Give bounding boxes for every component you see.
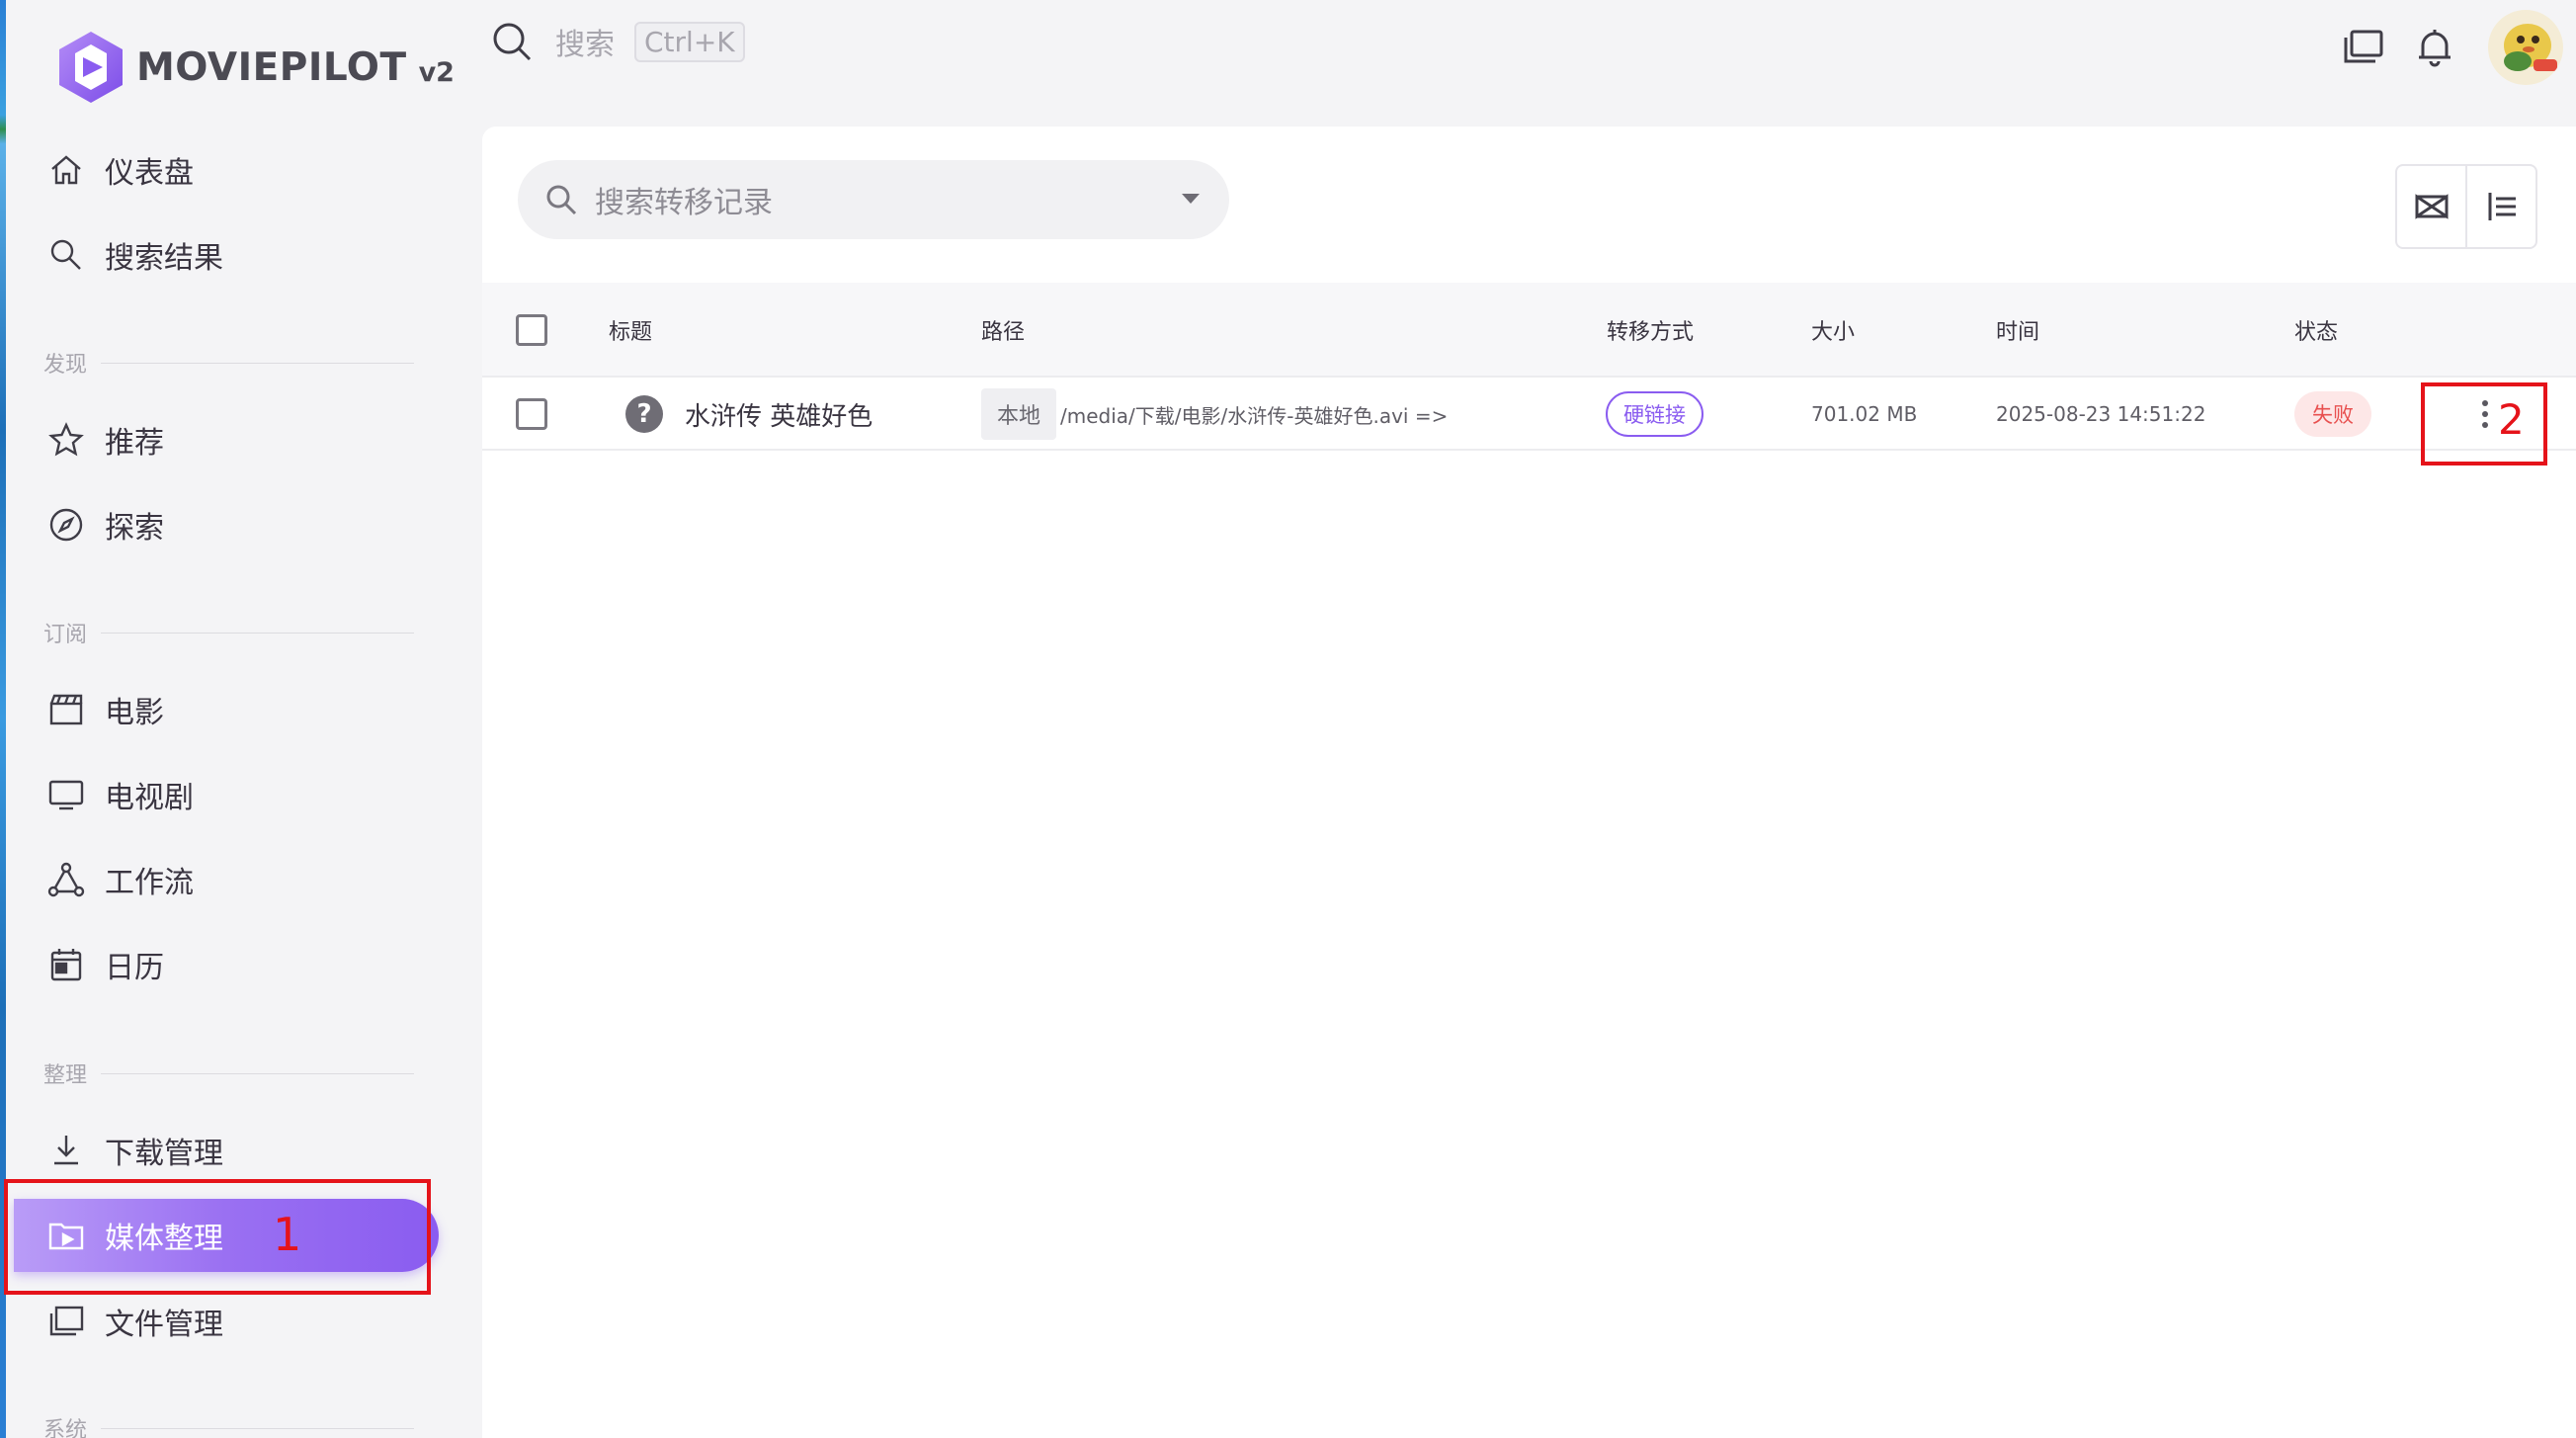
row-size: 701.02 MB — [1811, 402, 1918, 426]
unknown-media-icon: ? — [625, 395, 663, 433]
search-shortcut-badge: Ctrl+K — [634, 21, 745, 62]
global-search-trigger[interactable]: 搜索 Ctrl+K — [490, 20, 745, 63]
sidebar-item-label: 下载管理 — [105, 1137, 223, 1171]
tv-icon — [45, 774, 87, 815]
avatar-image-icon — [2488, 10, 2563, 85]
row-title: 水浒传 英雄好色 — [685, 401, 873, 432]
sidebar-section-discover: 发现 — [43, 348, 414, 378]
sidebar-item-label: 文件管理 — [105, 1308, 223, 1342]
moviepilot-logo-icon — [59, 32, 123, 103]
sidebar-item-movies[interactable]: 电影 — [45, 678, 441, 741]
star-icon — [45, 419, 87, 461]
window-switcher-button[interactable] — [2340, 24, 2387, 71]
sidebar-item-label: 仪表盘 — [105, 156, 194, 191]
sidebar-item-recommend[interactable]: 推荐 — [45, 408, 441, 471]
app-logo[interactable]: MOVIEPILOT v2 — [55, 28, 455, 107]
storage-tag: 本地 — [981, 388, 1057, 440]
transfer-search-placeholder: 搜索转移记录 — [595, 186, 773, 220]
row-time: 2025-08-23 14:51:22 — [1996, 402, 2206, 426]
transfer-mode-chip: 硬链接 — [1606, 391, 1703, 437]
table-row[interactable]: ? 水浒传 英雄好色 本地 /media/下载/电影/水浒传-英雄好色.avi … — [482, 378, 2576, 451]
column-header-mode[interactable]: 转移方式 — [1607, 283, 1694, 378]
annotation-number-2: 2 — [2498, 395, 2525, 444]
row-mode-cell: 硬链接 — [1606, 378, 1703, 451]
sidebar-item-calendar[interactable]: 日历 — [45, 933, 441, 996]
sidebar-item-label: 电视剧 — [105, 781, 194, 815]
table-header: 标题 路径 转移方式 大小 时间 状态 — [482, 283, 2576, 378]
annotation-box-1 — [4, 1179, 431, 1295]
row-status-cell: 失败 — [2294, 378, 2371, 451]
sidebar-item-dashboard[interactable]: 仪表盘 — [45, 138, 441, 202]
compass-icon — [45, 504, 87, 546]
row-path-cell: 本地 /media/下载/电影/水浒传-英雄好色.avi => — [981, 378, 1448, 451]
sidebar-item-label: 推荐 — [105, 426, 164, 461]
column-header-status[interactable]: 状态 — [2294, 283, 2338, 378]
bowtie-icon — [2415, 194, 2448, 219]
column-header-path[interactable]: 路径 — [981, 283, 1025, 378]
home-icon — [45, 149, 87, 191]
search-icon — [546, 185, 577, 215]
sidebar-section-system: 系统 — [43, 1413, 414, 1438]
column-header-time[interactable]: 时间 — [1996, 283, 2039, 378]
view-toggle-group — [2395, 164, 2537, 249]
movie-clapper-icon — [45, 689, 87, 730]
windows-icon — [2344, 30, 2383, 63]
sidebar-item-downloads[interactable]: 下载管理 — [45, 1119, 441, 1182]
search-icon — [45, 234, 87, 276]
sidebar-item-search-results[interactable]: 搜索结果 — [45, 223, 441, 287]
transfer-search-input[interactable]: 搜索转移记录 — [518, 160, 1229, 239]
brand-name: MOVIEPILOT — [136, 44, 407, 90]
row-size-cell: 701.02 MB — [1811, 378, 1917, 451]
sidebar-item-file-manager[interactable]: 文件管理 — [45, 1290, 441, 1353]
notifications-button[interactable] — [2411, 24, 2458, 71]
download-icon — [45, 1130, 87, 1171]
sidebar-section-organize: 整理 — [43, 1058, 414, 1088]
row-title-cell: ? 水浒传 英雄好色 — [625, 378, 873, 451]
sidebar-item-explore[interactable]: 探索 — [45, 493, 441, 556]
sidebar-item-label: 电影 — [105, 696, 164, 730]
bell-icon — [2419, 30, 2451, 67]
user-avatar[interactable] — [2488, 10, 2563, 85]
row-time-cell: 2025-08-23 14:51:22 — [1996, 378, 2205, 451]
top-bar: 搜索 Ctrl+K — [460, 0, 2576, 95]
sidebar-item-label: 工作流 — [105, 866, 194, 900]
chevron-down-icon[interactable] — [1182, 194, 1200, 204]
sidebar-item-workflow[interactable]: 工作流 — [45, 848, 441, 911]
list-view-button[interactable] — [2465, 166, 2535, 247]
list-icon — [2488, 193, 2516, 220]
row-path: /media/下载/电影/水浒传-英雄好色.avi => — [1060, 403, 1449, 428]
sidebar-item-label: 日历 — [105, 951, 164, 985]
global-search-placeholder: 搜索 — [555, 28, 615, 62]
sidebar-item-label: 探索 — [105, 511, 164, 546]
files-icon — [45, 1301, 87, 1342]
column-header-title[interactable]: 标题 — [609, 283, 652, 378]
column-header-size[interactable]: 大小 — [1811, 283, 1855, 378]
search-icon — [493, 23, 532, 61]
brand-version: v2 — [418, 56, 455, 88]
sidebar-section-subscribe: 订阅 — [43, 618, 414, 647]
annotation-number-1: 1 — [273, 1208, 302, 1261]
calendar-icon — [45, 944, 87, 985]
workflow-icon — [45, 859, 87, 900]
sidebar-item-tv[interactable]: 电视剧 — [45, 763, 441, 826]
transfer-history-card: 搜索转移记录 标题 路径 转移方式 大小 时间 状态 ? 水浒传 英雄好色 本地… — [482, 127, 2576, 1438]
sidebar-item-label: 搜索结果 — [105, 241, 223, 276]
compact-view-button[interactable] — [2397, 166, 2465, 247]
status-badge: 失败 — [2294, 391, 2371, 437]
select-all-checkbox[interactable] — [516, 283, 547, 378]
annotation-box-2 — [2421, 382, 2547, 465]
row-checkbox[interactable] — [516, 378, 547, 451]
